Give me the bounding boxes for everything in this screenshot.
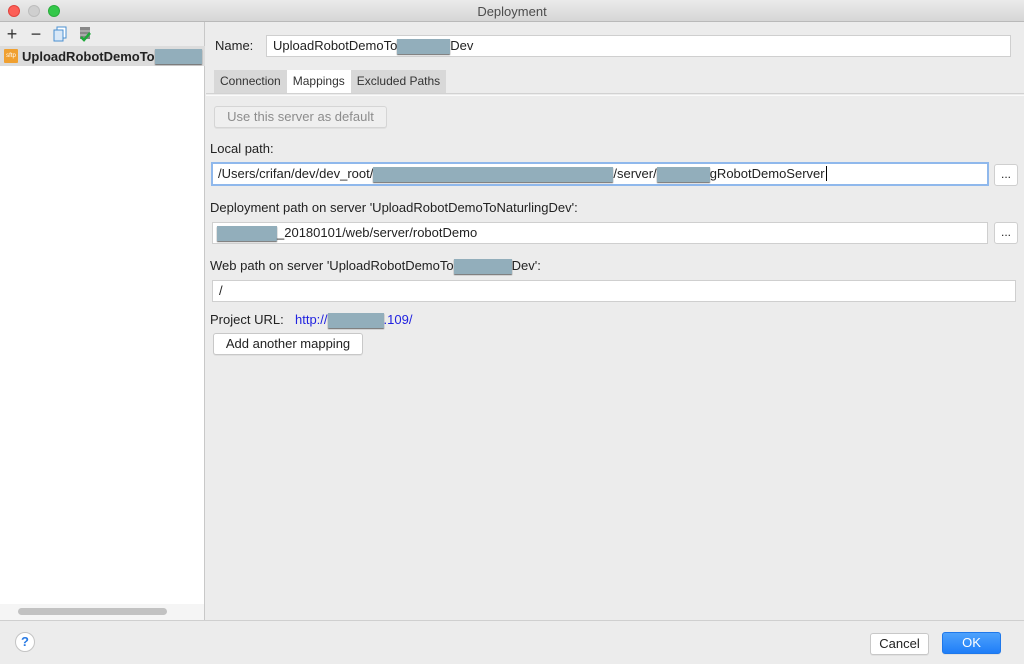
name-input[interactable]: UploadRobotDemoTo Dev (266, 35, 1011, 57)
server-details-panel: Name: UploadRobotDemoTo Dev Connection Ma… (206, 22, 1024, 620)
use-as-default-button[interactable]: Use this server as default (214, 106, 387, 128)
remove-server-button[interactable]: − (26, 24, 46, 44)
browse-local-path-button[interactable]: ... (994, 164, 1018, 186)
server-list-panel: + − sftp UploadRobotDemoTo (0, 22, 205, 620)
title-bar: Deployment (0, 0, 1024, 22)
web-path-label-prefix: Web path on server 'UploadRobotDemoTo (210, 258, 454, 273)
server-list-item[interactable]: sftp UploadRobotDemoTo (0, 46, 205, 66)
tab-divider (206, 93, 1024, 96)
plus-icon: + (6, 23, 18, 44)
local-path-mid: /server/ (613, 166, 657, 181)
settings-tabs: Connection Mappings Excluded Paths (214, 70, 447, 93)
tab-mappings[interactable]: Mappings (286, 70, 351, 93)
deployment-path-label: Deployment path on server 'UploadRobotDe… (210, 200, 578, 215)
set-default-server-button[interactable] (75, 24, 95, 44)
project-url-label: Project URL: (210, 312, 284, 327)
scrollbar-thumb[interactable] (18, 608, 167, 615)
web-path-label-suffix: Dev': (511, 258, 541, 273)
ok-button[interactable]: OK (942, 632, 1001, 654)
horizontal-scrollbar[interactable] (0, 604, 204, 620)
redacted-text (373, 167, 614, 183)
sftp-icon: sftp (4, 49, 18, 63)
window-title: Deployment (477, 4, 547, 19)
deployment-path-input[interactable]: _20180101/web/server/robotDemo (212, 222, 988, 244)
web-path-label: Web path on server 'UploadRobotDemoTo Dev… (210, 258, 541, 275)
add-server-button[interactable]: + (2, 24, 22, 44)
web-path-input[interactable]: / (212, 280, 1016, 302)
name-label: Name: (215, 38, 254, 53)
local-path-prefix: /Users/crifan/dev/dev_root/ (218, 166, 374, 181)
text-cursor (825, 166, 827, 181)
copy-server-button[interactable] (50, 24, 70, 44)
redacted-text (217, 226, 277, 242)
server-name-label: UploadRobotDemoTo (22, 48, 155, 64)
help-button[interactable]: ? (15, 632, 35, 652)
project-url-prefix: http:// (295, 312, 328, 327)
redacted-text (154, 48, 202, 64)
project-url-suffix: .109/ (383, 312, 413, 327)
minus-icon: − (30, 23, 42, 44)
name-value-prefix: UploadRobotDemoTo (273, 38, 398, 53)
local-path-label: Local path: (210, 141, 274, 156)
copy-icon (53, 26, 67, 42)
server-default-check-icon (80, 27, 91, 42)
redacted-text (656, 167, 710, 183)
cancel-button[interactable]: Cancel (870, 633, 929, 655)
server-list-toolbar: + − (0, 22, 204, 46)
name-value-suffix: Dev (450, 38, 474, 53)
project-url-link[interactable]: http:// .109/ (295, 312, 413, 329)
tab-excluded-paths[interactable]: Excluded Paths (350, 70, 447, 93)
browse-deployment-path-button[interactable]: ... (994, 222, 1018, 244)
deployment-path-value: _20180101/web/server/robotDemo (277, 225, 478, 240)
local-path-suffix: gRobotDemoServer (709, 166, 825, 181)
local-path-input[interactable]: /Users/crifan/dev/dev_root/ /server/gRobo… (211, 162, 989, 186)
dialog-footer: ? Cancel OK (0, 620, 1024, 664)
redacted-text (397, 39, 451, 55)
redacted-text (327, 313, 384, 329)
redacted-text (453, 259, 512, 275)
tab-connection[interactable]: Connection (214, 70, 287, 93)
add-another-mapping-button[interactable]: Add another mapping (213, 333, 363, 355)
